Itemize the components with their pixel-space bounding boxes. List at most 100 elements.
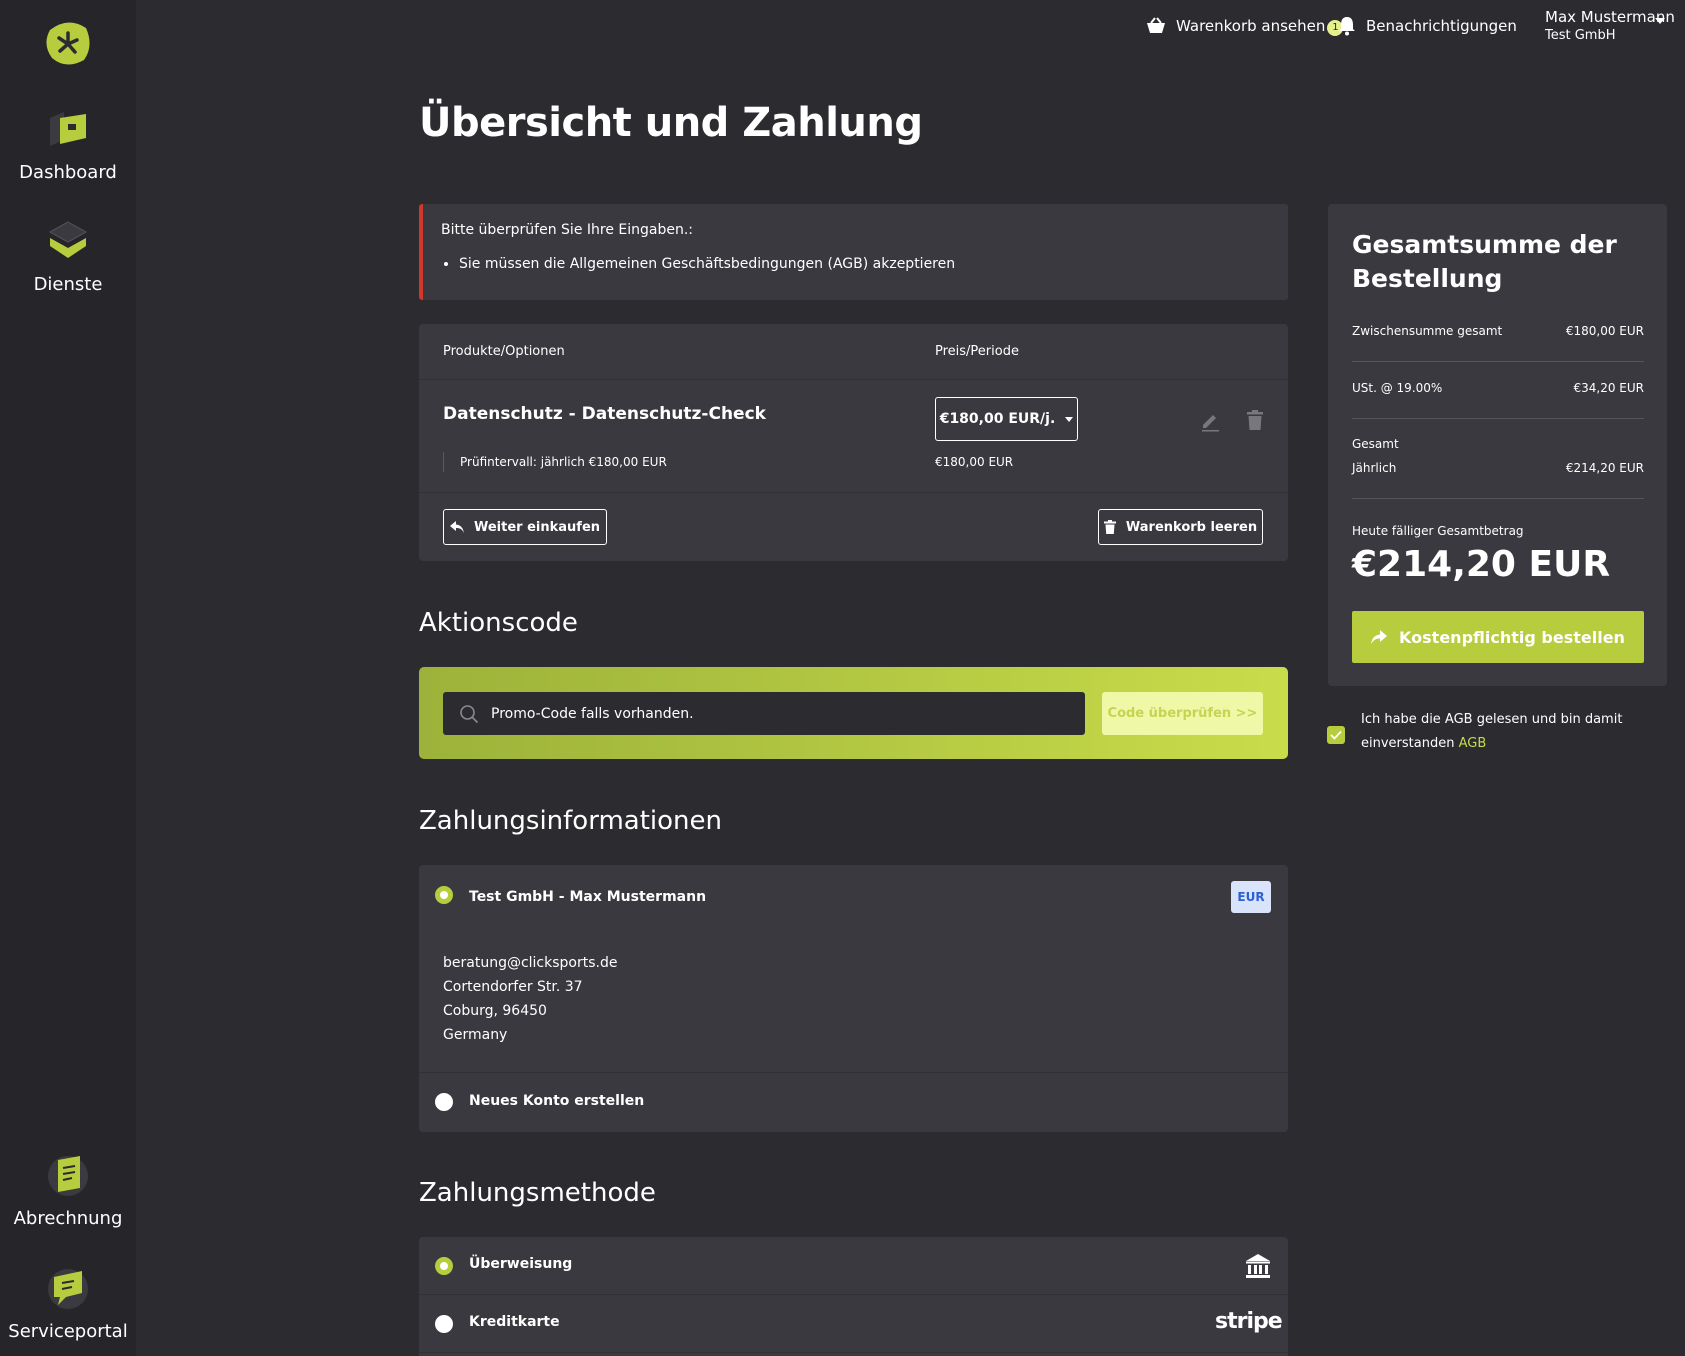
currency-badge: EUR [1231,881,1271,913]
product-name: Datenschutz - Datenschutz-Check [443,404,766,424]
billing-cycle-value: €180,00 EUR/j. [939,411,1056,427]
payment-radio-transfer[interactable] [435,1257,453,1275]
address-street: Cortendorfer Str. 37 [443,979,583,995]
billing-cycle-select[interactable]: €180,00 EUR/j. [935,397,1078,441]
subtotal-row: Zwischensumme gesamt €180,00 EUR [1352,324,1644,338]
due-today-amount: €214,20 EUR [1352,544,1611,585]
stripe-logo: stripe [1215,1309,1283,1334]
sidebar-item-dashboard[interactable]: Dashboard [0,104,136,183]
terms-text: Ich habe die AGB gelesen und bin damit e… [1361,712,1623,751]
due-today-label: Heute fälliger Gesamtbetrag [1352,524,1524,538]
account-option-existing[interactable]: Test GmbH - Max Mustermann EUR beratung@… [419,865,1288,1073]
promo-code-placeholder: Promo-Code falls vorhanden. [491,705,694,722]
account-option-new[interactable]: Neues Konto erstellen [419,1073,1288,1131]
account-radio-existing[interactable] [435,886,453,904]
payment-option-transfer[interactable]: Überweisung [419,1237,1288,1295]
sidebar-item-label: Abrechnung [13,1208,123,1229]
divider [1352,498,1644,499]
services-icon [48,221,88,258]
address-country: Germany [443,1027,508,1043]
promo-code-input[interactable]: Promo-Code falls vorhanden. [443,692,1085,735]
promo-section-title: Aktionscode [419,608,578,638]
sidebar-item-abrechnung[interactable]: Abrechnung [0,1150,136,1229]
edit-icon[interactable] [1199,410,1221,432]
sidebar-item-label: Dashboard [19,162,117,183]
payment-option-card[interactable]: Kreditkarte stripe [419,1295,1288,1353]
account-name: Test GmbH - Max Mustermann [469,889,707,905]
notifications-label: Benachrichtigungen [1366,17,1517,35]
sidebar-item-serviceportal[interactable]: Serviceportal [0,1263,136,1342]
user-company: Test GmbH [1545,28,1616,43]
chevron-down-icon [1065,416,1074,422]
product-option: Prüfintervall: jährlich €180,00 EUR [443,452,667,472]
sidebar-item-dienste[interactable]: Dienste [0,216,136,295]
card-label: Kreditkarte [469,1314,560,1330]
price-recurring: €180,00 EUR [935,455,1014,469]
billing-account-list: Test GmbH - Max Mustermann EUR beratung@… [419,865,1288,1132]
user-menu[interactable]: Max Mustermann Test GmbH [1545,8,1675,43]
sidebar-item-label: Dienste [33,274,103,295]
vat-label: USt. @ 19.00% [1352,381,1443,395]
total-label: Gesamt [1352,437,1399,451]
search-icon [460,704,479,723]
summary-title: Gesamtsumme der Bestellung [1352,230,1617,293]
period-label: Jährlich [1352,461,1397,475]
subtotal-value: €180,00 EUR [1565,324,1644,338]
terms-link[interactable]: AGB [1459,736,1487,751]
trash-icon[interactable] [1245,409,1265,431]
bank-icon [1246,1254,1270,1278]
chevron-down-icon[interactable] [1655,18,1665,24]
transfer-label: Überweisung [469,1256,573,1272]
dashboard-icon [50,112,86,146]
empty-cart-button[interactable]: Warenkorb leeren [1098,509,1263,545]
column-header-product: Produkte/Optionen [443,344,565,359]
validate-code-button[interactable]: Code überprüfen >> [1102,692,1263,735]
address-city: Coburg, 96450 [443,1003,547,1019]
continue-shopping-label: Weiter einkaufen [473,519,601,535]
continue-shopping-button[interactable]: Weiter einkaufen [443,509,607,545]
period-row: Jährlich €214,20 EUR [1352,461,1644,475]
address-email: beratung@clicksports.de [443,955,618,971]
sidebar-item-label: Serviceportal [8,1321,128,1342]
alert-title: Bitte überprüfen Sie Ihre Eingaben.: [441,222,694,238]
support-icon [48,1269,88,1309]
cart-table: Produkte/Optionen Preis/Periode Datensch… [419,324,1288,561]
column-header-price: Preis/Periode [935,344,1019,359]
check-icon [1330,730,1342,740]
account-radio-new[interactable] [435,1093,453,1111]
payment-radio-card[interactable] [435,1315,453,1333]
view-cart-label: Warenkorb ansehen [1176,17,1326,35]
terms-checkbox[interactable] [1327,726,1345,744]
place-order-button[interactable]: Kostenpflichtig bestellen [1352,611,1644,663]
order-summary: Gesamtsumme der Bestellung Zwischensumme… [1328,204,1667,686]
divider [1352,418,1644,419]
payment-method-list: Überweisung Kreditkarte stripe [419,1237,1288,1356]
reply-arrow-icon [449,521,464,533]
table-row: Datenschutz - Datenschutz-Check Prüfinte… [419,380,1288,493]
share-arrow-icon [1371,630,1388,644]
subtotal-label: Zwischensumme gesamt [1352,324,1503,338]
cart-header: Produkte/Optionen Preis/Periode [419,324,1288,380]
new-account-label: Neues Konto erstellen [469,1093,645,1109]
promo-panel: Promo-Code falls vorhanden. Code überprü… [419,667,1288,759]
account-address: beratung@clicksports.de Cortendorfer Str… [443,951,617,1047]
paymethod-section-title: Zahlungsmethode [419,1178,656,1208]
notifications-link[interactable]: Benachrichtigungen [1338,14,1517,38]
alert-list: Sie müssen die Allgemeinen Geschäftsbedi… [441,256,1270,272]
billing-icon [48,1156,88,1196]
vat-value: €34,20 EUR [1573,381,1644,395]
empty-cart-label: Warenkorb leeren [1125,519,1258,535]
brand-logo-icon[interactable] [44,20,92,66]
basket-icon [1147,17,1165,33]
trash-icon [1103,520,1116,534]
period-value: €214,20 EUR [1565,461,1644,475]
view-cart-link[interactable]: Warenkorb ansehen 1 [1146,14,1344,38]
vat-row: USt. @ 19.00% €34,20 EUR [1352,381,1644,395]
alert-item: Sie müssen die Allgemeinen Geschäftsbedi… [459,256,1270,272]
page-title: Übersicht und Zahlung [419,100,923,146]
bell-icon [1339,17,1355,36]
terms-label: Ich habe die AGB gelesen und bin damit e… [1361,708,1631,756]
place-order-label: Kostenpflichtig bestellen [1399,627,1625,647]
divider [1352,361,1644,362]
sidebar: Dashboard Dienste Abrechnung Serviceport… [0,0,136,1356]
